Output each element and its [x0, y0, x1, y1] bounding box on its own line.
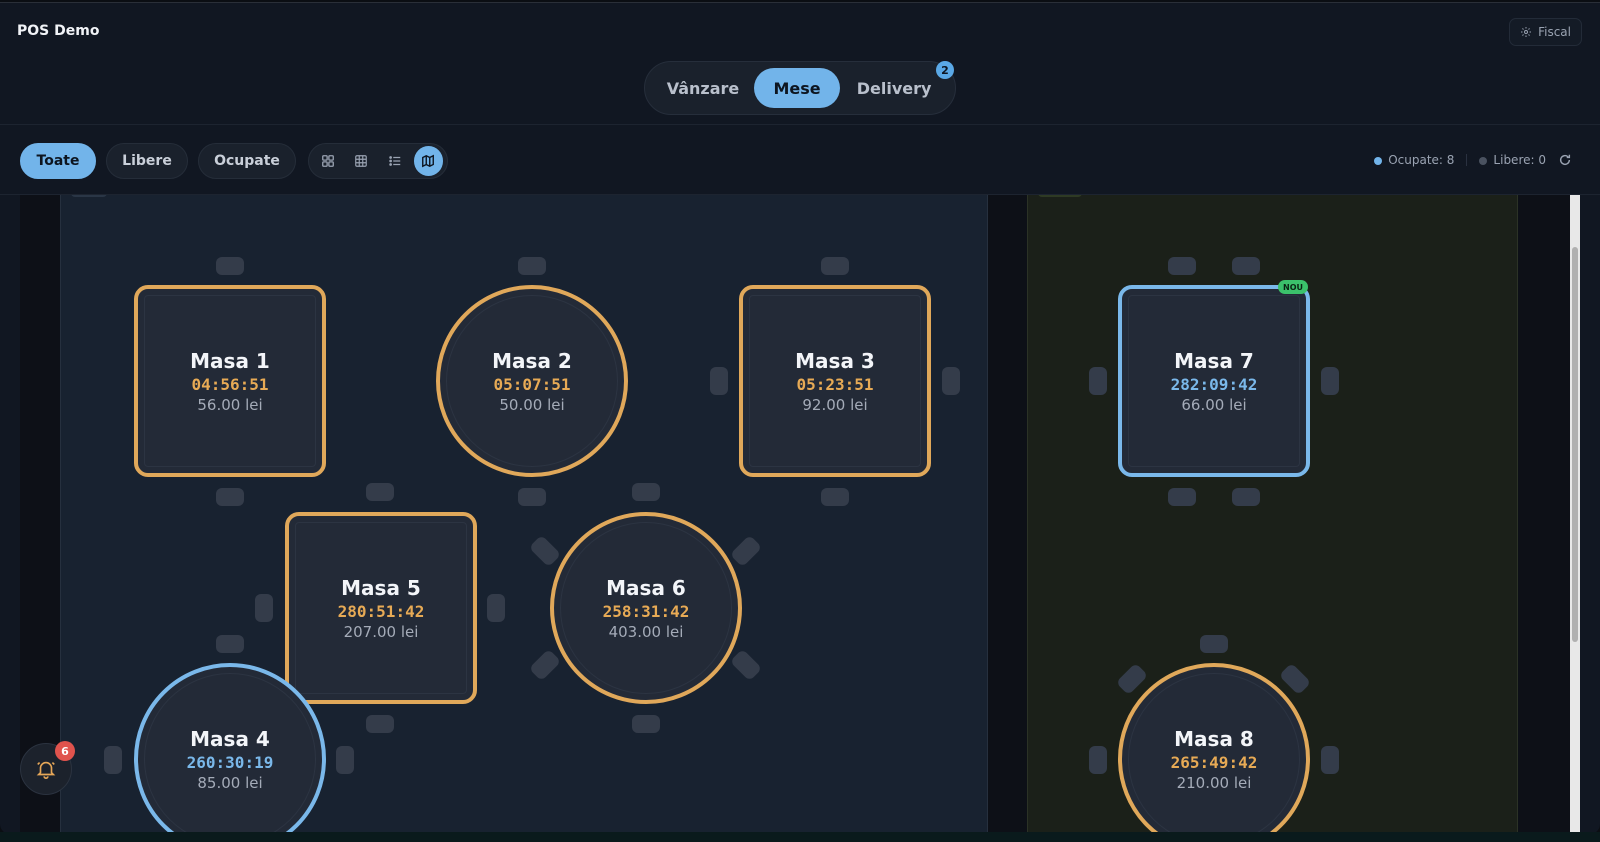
chair	[518, 488, 546, 506]
table-status-summary: Ocupate: 8 Libere: 0	[1374, 153, 1572, 167]
table-masa-7[interactable]: NOU Masa 7 282:09:42 66.00 lei	[1118, 280, 1310, 477]
chair	[710, 367, 728, 395]
filter-bar: Toate Libere Ocupate Ocupate: 8 Libere: …	[0, 125, 1600, 195]
table-name: Masa 6	[606, 575, 686, 600]
table-amount: 92.00 lei	[802, 395, 868, 414]
app-title: POS Demo	[17, 23, 100, 39]
occupied-dot-icon	[1374, 156, 1383, 165]
chair	[1089, 367, 1107, 395]
table-amount: 207.00 lei	[343, 622, 419, 641]
free-count: Libere: 0	[1479, 153, 1546, 167]
view-map-button[interactable]	[413, 146, 443, 176]
chair	[1321, 746, 1339, 774]
table-name: Masa 3	[795, 348, 875, 373]
chair	[336, 746, 354, 774]
fiscal-label: Fiscal	[1538, 25, 1571, 39]
filter-libere[interactable]: Libere	[106, 143, 188, 179]
view-grid-large-button[interactable]	[313, 146, 343, 176]
table-masa-2[interactable]: Masa 2 05:07:51 50.00 lei	[436, 285, 628, 477]
chair	[216, 635, 244, 653]
table-name: Masa 2	[492, 348, 572, 373]
zone-label-tag	[1038, 195, 1082, 197]
chair	[1232, 488, 1260, 506]
fiscal-button[interactable]: Fiscal	[1509, 18, 1582, 46]
table-timer: 04:56:51	[191, 374, 269, 394]
gear-icon	[1521, 27, 1532, 37]
table-timer: 05:07:51	[493, 374, 571, 394]
table-masa-3[interactable]: Masa 3 05:23:51 92.00 lei	[739, 285, 931, 477]
chair	[1089, 746, 1107, 774]
chair	[821, 488, 849, 506]
tab-delivery-label: Delivery	[856, 78, 932, 98]
occupied-count: Ocupate: 8	[1374, 153, 1454, 167]
view-grid-small-button[interactable]	[347, 146, 377, 176]
table-amount: 50.00 lei	[499, 395, 565, 414]
chair	[518, 257, 546, 275]
chair	[1168, 488, 1196, 506]
chair	[1232, 257, 1260, 275]
table-timer: 260:30:19	[186, 752, 274, 772]
window-bottom-edge	[0, 832, 1600, 842]
free-dot-icon	[1479, 156, 1488, 165]
top-bar: POS Demo Fiscal Vânzare Mese Delivery 2	[0, 3, 1600, 125]
chair	[104, 746, 122, 774]
table-masa-1[interactable]: Masa 1 04:56:51 56.00 lei	[134, 285, 326, 477]
table-name: Masa 8	[1174, 726, 1254, 751]
bell-icon	[36, 761, 56, 779]
table-timer: 282:09:42	[1170, 374, 1258, 394]
view-list-button[interactable]	[380, 146, 410, 176]
filter-ocupate[interactable]: Ocupate	[198, 143, 296, 179]
table-masa-6[interactable]: Masa 6 258:31:42 403.00 lei	[550, 512, 742, 704]
scrollbar-thumb[interactable]	[1572, 247, 1578, 642]
chair	[942, 367, 960, 395]
chair	[1200, 635, 1228, 653]
tab-mese[interactable]: Mese	[753, 68, 841, 108]
map-icon	[422, 154, 435, 168]
chair	[366, 483, 394, 501]
table-name: Masa 4	[190, 726, 270, 751]
zone-label-tag	[71, 195, 107, 197]
chair	[632, 483, 660, 501]
chair	[1168, 257, 1196, 275]
divider	[1466, 154, 1468, 166]
table-timer: 258:31:42	[602, 601, 690, 621]
table-timer: 280:51:42	[337, 601, 425, 621]
app-window: POS Demo Fiscal Vânzare Mese Delivery 2 …	[0, 2, 1600, 834]
list-icon	[389, 156, 400, 166]
chair	[1321, 367, 1339, 395]
delivery-count-badge: 2	[936, 61, 954, 79]
table-masa-5[interactable]: Masa 5 280:51:42 207.00 lei	[285, 512, 477, 704]
filter-toate[interactable]: Toate	[20, 143, 96, 179]
chair	[255, 594, 273, 622]
table-timer: 05:23:51	[796, 374, 874, 394]
chair	[366, 715, 394, 733]
table-amount: 85.00 lei	[197, 773, 263, 792]
table-name: Masa 5	[341, 575, 421, 600]
tab-vanzare[interactable]: Vânzare	[652, 68, 754, 108]
tab-delivery[interactable]: Delivery 2	[840, 61, 954, 108]
view-mode-group	[308, 143, 448, 179]
chair	[632, 715, 660, 733]
table-amount: 403.00 lei	[608, 622, 684, 641]
chair	[487, 594, 505, 622]
grid-large-icon	[321, 155, 334, 167]
table-timer: 265:49:42	[1170, 752, 1258, 772]
chair	[821, 257, 849, 275]
scrollbar[interactable]	[1570, 195, 1580, 834]
chair	[216, 488, 244, 506]
table-amount: 210.00 lei	[1176, 773, 1252, 792]
mode-tabs: Vânzare Mese Delivery 2	[644, 61, 956, 115]
notification-count-badge: 6	[55, 741, 75, 761]
grid-small-icon	[355, 155, 368, 167]
floor-plan: Masa 1 04:56:51 56.00 lei Masa 2 05:07:5…	[20, 195, 1580, 834]
refresh-icon[interactable]	[1558, 153, 1572, 167]
table-name: Masa 1	[190, 348, 270, 373]
table-amount: 66.00 lei	[1181, 395, 1247, 414]
table-name: Masa 7	[1174, 348, 1254, 373]
chair	[216, 257, 244, 275]
table-amount: 56.00 lei	[197, 395, 263, 414]
notifications-button[interactable]: 6	[20, 741, 75, 795]
new-badge: NOU	[1278, 280, 1308, 294]
